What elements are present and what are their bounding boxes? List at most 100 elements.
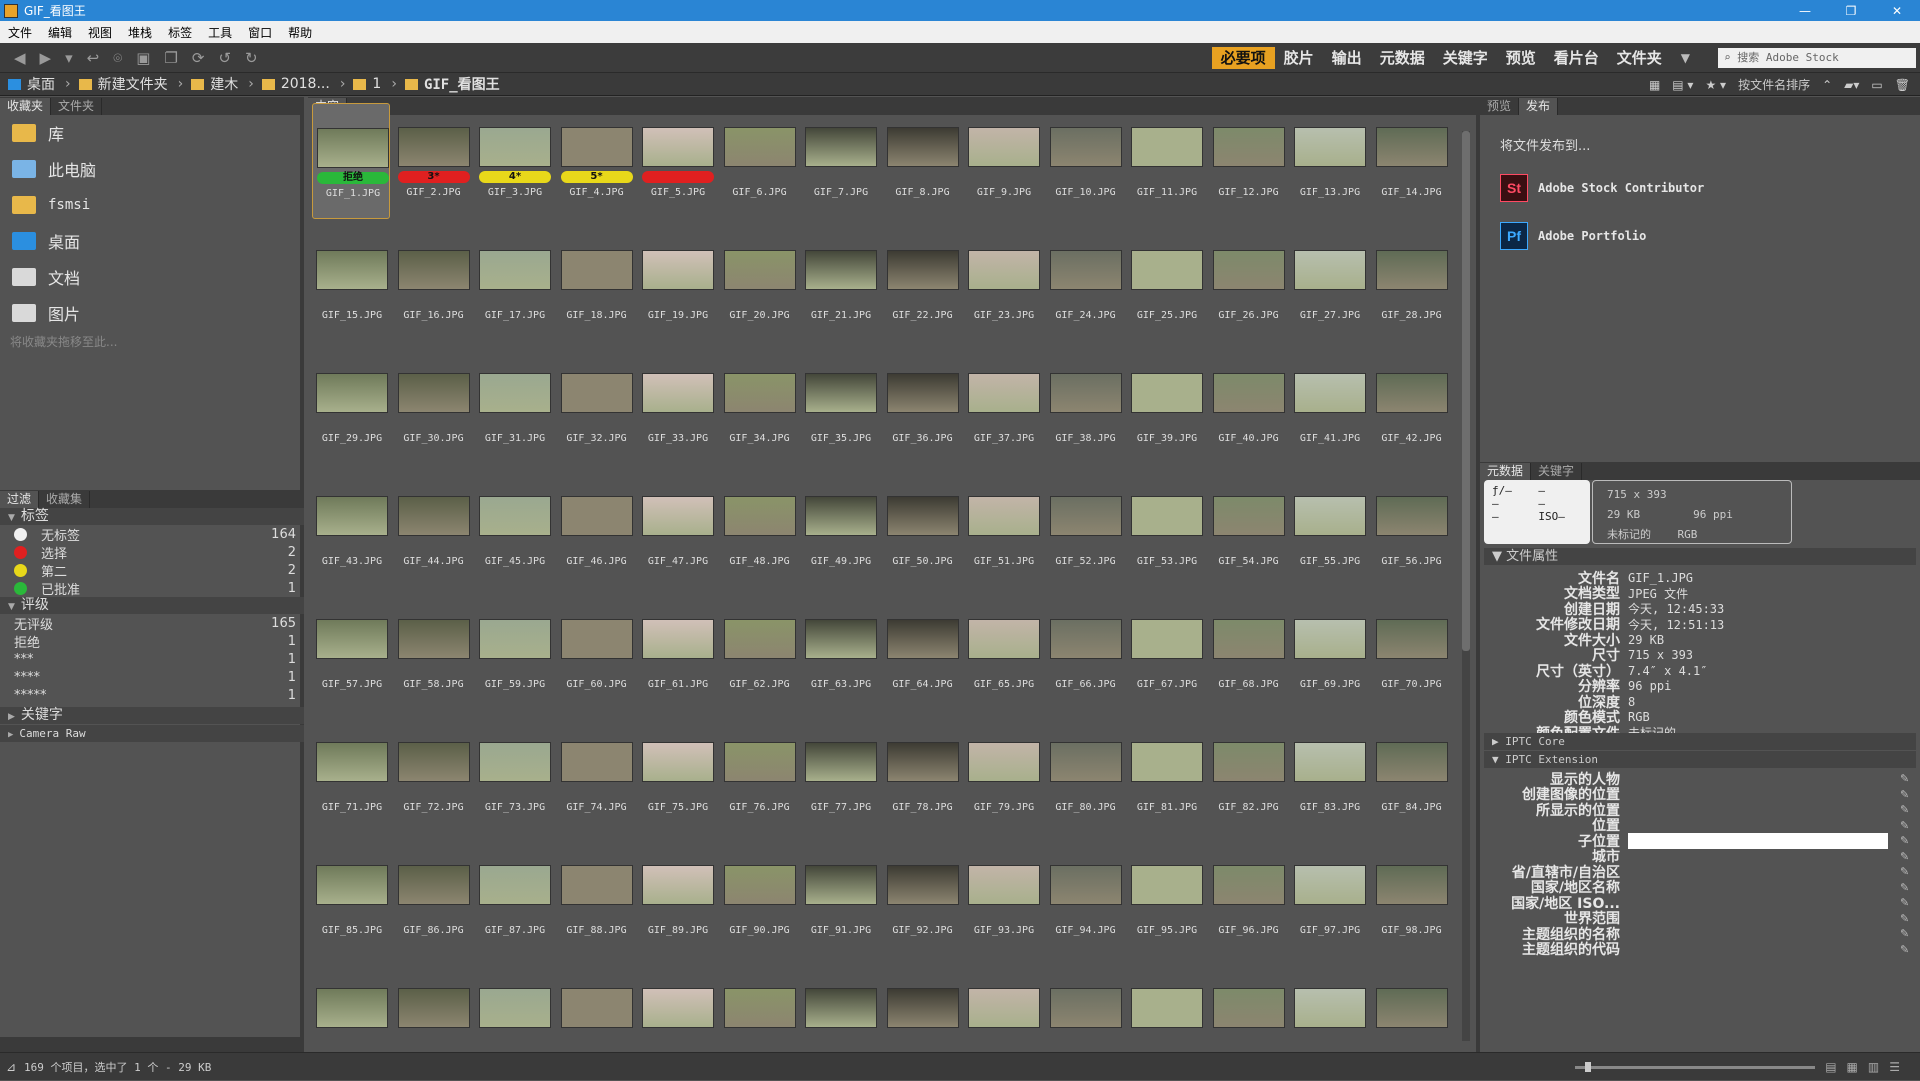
thumbnail-image[interactable] bbox=[1294, 619, 1366, 659]
boomerang-icon[interactable]: ↩ bbox=[83, 49, 104, 67]
thumbnail-image[interactable] bbox=[1212, 988, 1285, 1028]
thumbnail-image[interactable] bbox=[316, 496, 388, 536]
thumbnail-image[interactable] bbox=[397, 496, 470, 536]
thumbnail-item[interactable]: GIF_78.JPG bbox=[883, 718, 961, 834]
thumbnail-image[interactable] bbox=[1294, 496, 1366, 536]
thumbnail-item[interactable]: GIF_70.JPG bbox=[1372, 595, 1450, 711]
thumbnail-image[interactable] bbox=[805, 127, 877, 167]
filter-label-row[interactable]: 已批准 1 bbox=[0, 579, 304, 598]
iptc-field-row[interactable]: 主题组织的代码 ✎ bbox=[1484, 940, 1916, 959]
thumbnail-image[interactable] bbox=[1375, 127, 1448, 167]
thumbnail-item[interactable]: GIF_97.JPG bbox=[1290, 841, 1368, 957]
thumbnail-image[interactable] bbox=[479, 496, 551, 536]
thumbnail-image[interactable] bbox=[1049, 373, 1122, 413]
thumbnail-item[interactable]: 3* GIF_2.JPG bbox=[394, 103, 472, 219]
thumbnail-item[interactable]: GIF_7.JPG bbox=[801, 103, 879, 219]
thumbnail-item[interactable]: GIF_52.JPG bbox=[1046, 472, 1124, 588]
thumbnail-item[interactable]: GIF_67.JPG bbox=[1127, 595, 1205, 711]
filter-section-camera-raw[interactable]: ▶ Camera Raw bbox=[0, 725, 304, 742]
rating-filter-icon[interactable]: ★ ▾ bbox=[1705, 78, 1726, 92]
thumbnail-item[interactable]: GIF_98.JPG bbox=[1372, 841, 1450, 957]
thumbnail-image[interactable] bbox=[723, 496, 796, 536]
thumbnail-item[interactable]: GIF_76.JPG bbox=[720, 718, 798, 834]
thumbnail-image[interactable] bbox=[560, 988, 633, 1028]
thumbnail-item[interactable]: GIF_43.JPG bbox=[312, 472, 390, 588]
thumbnail-image[interactable] bbox=[1375, 865, 1448, 905]
thumbnail-size-slider[interactable] bbox=[1575, 1061, 1816, 1072]
thumbnail-image[interactable] bbox=[1294, 373, 1366, 413]
delete-icon[interactable]: 🗑 bbox=[1895, 78, 1910, 92]
thumbnail-item[interactable]: GIF_71.JPG bbox=[312, 718, 390, 834]
thumbnail-image[interactable] bbox=[316, 865, 388, 905]
thumbnail-image[interactable] bbox=[479, 127, 551, 167]
thumbnail-item[interactable]: GIF_77.JPG bbox=[801, 718, 879, 834]
thumbnail-image[interactable] bbox=[886, 865, 959, 905]
favorite-desktop[interactable]: 桌面 bbox=[0, 223, 300, 259]
thumbnail-image[interactable] bbox=[642, 250, 714, 290]
section-iptc-extension[interactable]: ▼ IPTC Extension bbox=[1484, 751, 1916, 768]
thumbnail-image[interactable] bbox=[642, 742, 714, 782]
thumbnail-item[interactable]: GIF_32.JPG bbox=[557, 349, 635, 465]
thumbnail-item[interactable]: 5* GIF_4.JPG bbox=[557, 103, 635, 219]
crumb-jianmu[interactable]: 建木 › bbox=[183, 74, 254, 94]
filter-section-ratings[interactable]: ▼ 评级 bbox=[0, 597, 304, 614]
stock-search-input[interactable]: ⌕ 搜索 Adobe Stock bbox=[1718, 47, 1916, 68]
thumbnail-image[interactable] bbox=[397, 127, 470, 167]
open-recent-icon[interactable]: ▰▾ bbox=[1844, 78, 1859, 92]
thumbnail-image[interactable] bbox=[560, 619, 633, 659]
workspace-filmstrip[interactable]: 胶片 bbox=[1275, 47, 1323, 69]
section-file-properties[interactable]: ▼ 文件属性 bbox=[1484, 548, 1916, 565]
tab-metadata[interactable]: 元数据 bbox=[1480, 463, 1532, 480]
tab-favorites[interactable]: 收藏夹 bbox=[0, 98, 52, 115]
publish-adobe-portfolio[interactable]: Pf Adobe Portfolio bbox=[1500, 222, 1920, 250]
thumbnail-item[interactable]: GIF_48.JPG bbox=[720, 472, 798, 588]
edit-pencil-icon[interactable]: ✎ bbox=[1900, 788, 1916, 801]
rotate-right-icon[interactable]: ↻ bbox=[241, 49, 262, 67]
thumbnail-image[interactable] bbox=[560, 373, 633, 413]
thumbnail-image[interactable] bbox=[642, 496, 714, 536]
edit-pencil-icon[interactable]: ✎ bbox=[1900, 943, 1916, 956]
filter-section-keywords[interactable]: ▶ 关键字 bbox=[0, 707, 304, 724]
thumbnail-item[interactable]: GIF_56.JPG bbox=[1372, 472, 1450, 588]
scroll-thumb[interactable] bbox=[1462, 131, 1470, 651]
view-options-icon[interactable]: ▤ ▾ bbox=[1672, 78, 1693, 92]
thumbnail-image[interactable] bbox=[1212, 373, 1285, 413]
filter-toggle-icon[interactable]: ⊿ bbox=[6, 1060, 16, 1074]
thumbnail-item[interactable]: GIF_69.JPG bbox=[1290, 595, 1368, 711]
thumbnail-item[interactable]: GIF_5.JPG bbox=[638, 103, 716, 219]
thumbnail-item[interactable]: GIF_20.JPG bbox=[720, 226, 798, 342]
thumbnail-item[interactable]: GIF_10.JPG bbox=[1046, 103, 1124, 219]
menu-view[interactable]: 视图 bbox=[80, 24, 120, 41]
thumbnail-image[interactable] bbox=[805, 865, 877, 905]
thumbnail-image[interactable] bbox=[1049, 496, 1122, 536]
thumbnail-image[interactable] bbox=[1375, 373, 1448, 413]
thumbnail-image[interactable] bbox=[479, 619, 551, 659]
thumbnail-image[interactable] bbox=[560, 127, 633, 167]
thumbnail-image[interactable] bbox=[1375, 619, 1448, 659]
thumbnail-item[interactable]: GIF_68.JPG bbox=[1209, 595, 1287, 711]
thumbnail-image[interactable] bbox=[316, 250, 388, 290]
thumbnail-item[interactable]: GIF_11.JPG bbox=[1127, 103, 1205, 219]
thumbnail-image[interactable] bbox=[968, 496, 1040, 536]
thumbnail-item[interactable]: GIF_87.JPG bbox=[475, 841, 553, 957]
thumbnail-image[interactable] bbox=[1131, 127, 1203, 167]
thumbnail-image[interactable] bbox=[1212, 865, 1285, 905]
thumbnail-image[interactable] bbox=[968, 988, 1040, 1028]
thumbnail-image[interactable] bbox=[723, 865, 796, 905]
maximize-button[interactable]: ❐ bbox=[1828, 4, 1874, 18]
edit-pencil-icon[interactable]: ✎ bbox=[1900, 850, 1916, 863]
thumbnail-image[interactable] bbox=[1131, 742, 1203, 782]
close-button[interactable]: ✕ bbox=[1874, 4, 1920, 18]
thumbnail-item[interactable]: GIF_74.JPG bbox=[557, 718, 635, 834]
filter-rating-row[interactable]: 拒绝 1 bbox=[0, 632, 304, 651]
thumbnail-image[interactable] bbox=[1294, 865, 1366, 905]
lock-grid-icon[interactable]: ▤ bbox=[1825, 1060, 1836, 1074]
tab-collections[interactable]: 收藏集 bbox=[39, 491, 91, 508]
thumbnail-image[interactable] bbox=[642, 373, 714, 413]
thumbnail-image[interactable] bbox=[723, 127, 796, 167]
thumbnail-image[interactable] bbox=[397, 619, 470, 659]
thumbnail-image[interactable] bbox=[560, 865, 633, 905]
thumbnail-item[interactable]: GIF_93.JPG bbox=[964, 841, 1042, 957]
menu-window[interactable]: 窗口 bbox=[240, 24, 280, 41]
thumbnail-item[interactable]: GIF_84.JPG bbox=[1372, 718, 1450, 834]
